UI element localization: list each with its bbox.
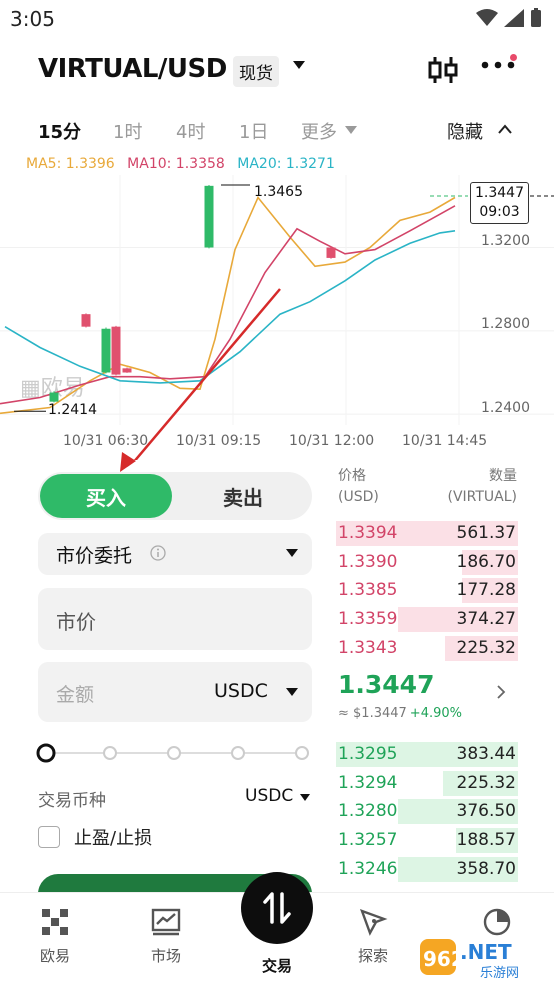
nav-label: 市场 [150, 947, 181, 965]
orderbook-qty-header: 数量 (VIRTUAL) [444, 466, 517, 508]
buy-tab[interactable]: 买入 [40, 474, 172, 518]
caret-down-icon[interactable] [286, 688, 298, 696]
bid-row[interactable]: 1.3294 225.32 [336, 769, 518, 798]
ask-qty: 186.70 [456, 551, 516, 572]
y-tick: 1.2400 [481, 400, 530, 416]
price-value: 市价 [56, 610, 96, 634]
ask-row[interactable]: 1.3359 374.27 [336, 605, 518, 634]
usd-value: ≈ $1.3447 [338, 706, 407, 721]
amount-placeholder: 金额 [56, 684, 95, 706]
last-price: 1.3447 [338, 670, 435, 699]
amount-unit-select[interactable]: USDC [214, 680, 268, 702]
slider-step[interactable] [167, 746, 181, 760]
arrow-head [120, 452, 136, 472]
bid-qty: 376.50 [456, 801, 516, 822]
bid-price: 1.3294 [338, 772, 398, 793]
caret-down-icon [286, 549, 298, 557]
bid-row[interactable]: 1.3257 188.57 [336, 826, 518, 855]
ask-price: 1.3359 [338, 609, 398, 630]
amount-slider[interactable] [36, 742, 316, 764]
x-tick: 10/31 12:00 [289, 433, 375, 449]
ask-row[interactable]: 1.3390 186.70 [336, 548, 518, 577]
bid-qty: 358.70 [456, 858, 516, 879]
ask-price: 1.3385 [338, 580, 398, 601]
trade-fab-button[interactable] [241, 872, 313, 944]
bid-price: 1.3246 [338, 858, 398, 879]
qty-header-line1: 数量 [489, 468, 517, 484]
caret-down-icon[interactable] [300, 794, 310, 801]
site-watermark-logo: 962 .NET 乐游网 [420, 939, 519, 981]
bid-qty: 188.57 [456, 830, 516, 851]
price-header-line1: 价格 [338, 468, 366, 484]
bid-qty: 383.44 [456, 744, 516, 764]
ask-qty: 561.37 [456, 523, 516, 543]
chevron-right-icon[interactable] [496, 684, 506, 700]
tpsl-checkbox[interactable] [38, 826, 60, 848]
slider-thumb[interactable] [36, 743, 56, 763]
sell-tab[interactable]: 卖出 [176, 474, 310, 518]
bid-price: 1.3295 [338, 744, 398, 764]
trade-coin-label: 交易币种 [38, 791, 106, 811]
current-price-tag: 1.3447 09:03 [470, 182, 529, 224]
x-tick: 10/31 06:30 [63, 433, 149, 449]
ask-price: 1.3394 [338, 523, 398, 543]
trade-coin-select[interactable]: USDC [245, 786, 293, 806]
order-type-select[interactable]: 市价委托 [38, 533, 312, 575]
x-tick: 10/31 09:15 [176, 433, 262, 449]
ask-row[interactable]: 1.3385 177.28 [336, 576, 518, 605]
ask-qty: 374.27 [456, 609, 516, 630]
y-tick: 1.2800 [481, 316, 530, 332]
slider-step[interactable] [231, 746, 245, 760]
candle-countdown: 09:03 [479, 204, 520, 220]
tpsl-label: 止盈/止损 [74, 828, 153, 849]
amount-field[interactable]: 金额 USDC [38, 662, 312, 722]
usd-value-line: ≈ $1.3447 +4.90% [338, 706, 462, 721]
svg-text:962: 962 [423, 947, 465, 971]
slider-step[interactable] [103, 746, 117, 760]
ask-price: 1.3343 [338, 637, 398, 658]
current-price: 1.3447 [475, 185, 524, 201]
high-price-label: 1.3465 [254, 184, 303, 200]
swap-arrows-icon [263, 892, 291, 924]
qty-header-line2: (VIRTUAL) [447, 489, 517, 505]
bid-price: 1.3280 [338, 801, 398, 822]
bid-row[interactable]: 1.3246 358.70 [336, 855, 518, 884]
ask-qty: 177.28 [456, 580, 516, 601]
low-price-label: 1.2414 [48, 402, 97, 418]
trade-coin-row: 交易币种 USDC [38, 786, 312, 811]
nav-label: 欧易 [39, 947, 70, 965]
pie-chart-icon [483, 908, 511, 936]
nav-explore[interactable]: 探索 [333, 907, 413, 966]
bid-price: 1.3257 [338, 830, 398, 851]
nav-okx[interactable]: 欧易 [15, 907, 95, 966]
compass-icon [359, 908, 388, 936]
slider-step[interactable] [295, 746, 309, 760]
price-field[interactable]: 市价 [38, 588, 312, 650]
ask-row[interactable]: 1.3394 561.37 [336, 519, 518, 548]
price-header-line2: (USD) [338, 489, 379, 505]
y-tick: 1.3200 [481, 233, 530, 249]
nav-label: 探索 [357, 947, 388, 965]
bid-row[interactable]: 1.3280 376.50 [336, 797, 518, 826]
okx-logo-icon [42, 909, 68, 935]
ask-row[interactable]: 1.3343 225.32 [336, 634, 518, 663]
x-tick: 10/31 14:45 [402, 433, 488, 449]
price-change: +4.90% [409, 706, 462, 721]
bid-row[interactable]: 1.3295 383.44 [336, 740, 518, 769]
info-icon[interactable] [150, 545, 166, 561]
buy-sell-toggle: 买入 卖出 [38, 472, 312, 520]
market-chart-icon [151, 908, 181, 936]
nav-trade-label[interactable]: 交易 [237, 955, 317, 976]
svg-text:.NET: .NET [460, 940, 512, 964]
order-type-label: 市价委托 [56, 545, 133, 567]
svg-text:乐游网: 乐游网 [480, 966, 519, 981]
ask-qty: 225.32 [456, 637, 516, 658]
bid-qty: 225.32 [456, 772, 516, 793]
orderbook-price-header: 价格 (USD) [338, 466, 379, 508]
nav-market[interactable]: 市场 [126, 907, 206, 966]
ask-price: 1.3390 [338, 551, 398, 572]
